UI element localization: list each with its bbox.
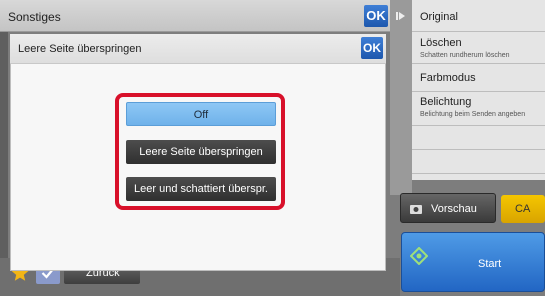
menu-item-loeschen[interactable]: Löschen Schatten rundherum löschen xyxy=(412,32,545,64)
option-off-button[interactable]: Off xyxy=(126,102,276,126)
menu-item-label: Original xyxy=(420,11,458,23)
preview-label: Vorschau xyxy=(431,203,477,215)
left-edge-strip xyxy=(0,32,8,258)
option-skip-blank-button[interactable]: Leere Seite überspringen xyxy=(126,140,276,164)
dialog-title: Leere Seite überspringen xyxy=(18,43,142,55)
menu-item-label: Löschen xyxy=(420,37,462,49)
screen-title: Sonstiges xyxy=(8,10,61,24)
menu-item-belichtung[interactable]: Belichtung Belichtung beim Senden angebe… xyxy=(412,92,545,126)
screen-ok-button[interactable]: OK xyxy=(364,5,388,27)
menu-item-label: Farbmodus xyxy=(420,72,476,84)
menu-item-label: Belichtung xyxy=(420,96,472,108)
panel-divider xyxy=(390,0,412,195)
menu-item-sublabel: Belichtung beim Senden angeben xyxy=(420,111,526,118)
start-diamond-icon xyxy=(410,247,428,265)
start-button[interactable]: Start xyxy=(401,232,545,292)
play-icon xyxy=(396,12,405,20)
menu-item-sublabel: Schatten rundherum löschen xyxy=(420,52,510,59)
ca-button[interactable]: CA xyxy=(501,195,545,223)
dialog-ok-button[interactable]: OK xyxy=(361,37,383,59)
menu-item-farbmodus[interactable]: Farbmodus xyxy=(412,64,545,92)
menu-item-original[interactable]: Original xyxy=(412,0,545,32)
menu-item-empty xyxy=(412,150,545,174)
ca-label: CA xyxy=(515,203,531,215)
option-skip-blank-shaded-button[interactable]: Leer und schattiert überspr. xyxy=(126,177,276,201)
preview-button[interactable]: Vorschau xyxy=(400,193,496,223)
camera-icon xyxy=(410,205,422,214)
menu-item-empty xyxy=(412,126,545,150)
start-label: Start xyxy=(478,258,502,270)
